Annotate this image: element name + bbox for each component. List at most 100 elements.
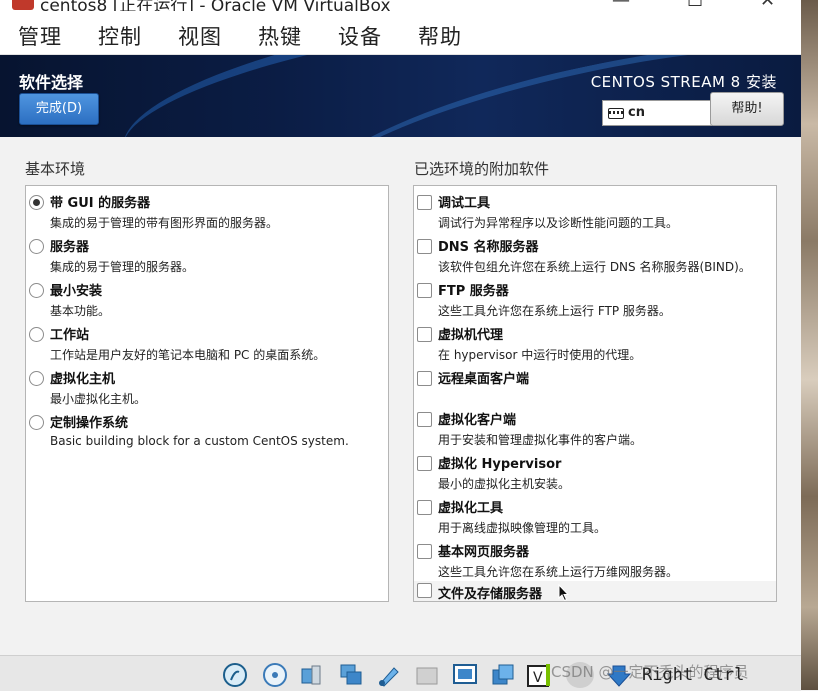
addon-desc: 在 hypervisor 中运行时使用的代理。 [438, 348, 642, 362]
addon-name: 基本网页服务器 [438, 545, 530, 560]
shared-folders-icon[interactable] [376, 662, 402, 688]
base-environment-title: 基本环境 [25, 160, 86, 178]
menu-hotkeys[interactable]: 热键 [258, 21, 302, 51]
checkbox[interactable] [417, 371, 432, 386]
env-option-server[interactable]: 服务器 集成的易于管理的服务器。 [26, 236, 388, 278]
virtualbox-app-icon [12, 0, 34, 10]
addon-virtualization-client[interactable]: 虚拟化客户端 用于安装和管理虚拟化事件的客户端。 [414, 409, 776, 451]
display-icon[interactable] [414, 662, 440, 688]
addon-name: 虚拟机代理 [438, 328, 504, 343]
optical-drive-icon[interactable] [222, 662, 248, 688]
radio-button[interactable] [29, 415, 44, 430]
addon-remote-desktop-clients[interactable]: 远程桌面客户端 [414, 368, 776, 408]
maximize-button[interactable]: ☐ [687, 0, 703, 11]
keyboard-icon [608, 108, 624, 119]
env-option-name: 虚拟化主机 [50, 372, 116, 387]
env-option-name: 带 GUI 的服务器 [50, 196, 151, 211]
env-option-workstation[interactable]: 工作站 工作站是用户友好的笔记本电脑和 PC 的桌面系统。 [26, 324, 388, 366]
radio-button[interactable] [29, 327, 44, 342]
menu-bar: 管理 控制 视图 热键 设备 帮助 [0, 11, 801, 55]
host-key-label: Right Ctrl [642, 665, 745, 685]
checkbox[interactable] [417, 456, 432, 471]
page-title: 软件选择 [19, 73, 84, 92]
menu-control[interactable]: 控制 [98, 21, 142, 51]
help-button[interactable]: 帮助! [710, 92, 784, 126]
base-environment-list: 带 GUI 的服务器 集成的易于管理的带有图形界面的服务器。 服务器 集成的易于… [25, 185, 389, 602]
recording-icon[interactable] [452, 662, 478, 688]
window-title-bar: centos8 [正在运行] - Oracle VM VirtualBox — … [0, 0, 801, 11]
keyboard-layout-indicator[interactable]: cn [602, 100, 712, 126]
radio-button[interactable] [29, 283, 44, 298]
host-desktop-background [801, 0, 818, 690]
addon-desc: 这些工具允许您在系统上运行万维网服务器。 [438, 565, 679, 579]
addon-guest-agents[interactable]: 虚拟机代理 在 hypervisor 中运行时使用的代理。 [414, 324, 776, 366]
addon-name: FTP 服务器 [438, 284, 509, 299]
checkbox[interactable] [417, 412, 432, 427]
addon-dns-server[interactable]: DNS 名称服务器 该软件包组允许您在系统上运行 DNS 名称服务器(BIND)… [414, 236, 776, 278]
keyboard-layout-value: cn [628, 105, 645, 120]
addon-virtualization-hypervisor[interactable]: 虚拟化 Hypervisor 最小的虚拟化主机安装。 [414, 453, 776, 495]
network-icon[interactable] [338, 662, 364, 688]
addon-desc: 该软件包组允许您在系统上运行 DNS 名称服务器(BIND)。 [438, 260, 751, 274]
addon-debugging-tools[interactable]: 调试工具 调试行为异常程序以及诊断性能问题的工具。 [414, 192, 776, 234]
env-option-desc: 基本功能。 [50, 304, 111, 318]
cpu-icon[interactable] [490, 662, 516, 688]
menu-help[interactable]: 帮助 [418, 21, 462, 51]
mouse-cursor-icon [558, 584, 570, 601]
radio-button[interactable] [29, 371, 44, 386]
env-option-desc: 集成的易于管理的带有图形界面的服务器。 [50, 216, 279, 230]
addon-name: 调试工具 [438, 196, 491, 211]
env-option-name: 工作站 [50, 328, 90, 343]
addon-name: 远程桌面客户端 [438, 372, 530, 387]
close-button[interactable]: ✕ [760, 0, 775, 11]
menu-devices[interactable]: 设备 [338, 21, 382, 51]
radio-button[interactable] [29, 239, 44, 254]
env-option-minimal[interactable]: 最小安装 基本功能。 [26, 280, 388, 322]
checkbox[interactable] [417, 327, 432, 342]
addon-desc: 调试行为异常程序以及诊断性能问题的工具。 [438, 216, 679, 230]
checkbox[interactable] [417, 195, 432, 210]
env-option-name: 服务器 [50, 240, 90, 255]
addons-list: 调试工具 调试行为异常程序以及诊断性能问题的工具。 DNS 名称服务器 该软件包… [413, 185, 777, 602]
env-option-desc: Basic building block for a custom CentOS… [50, 434, 349, 448]
env-option-desc: 集成的易于管理的服务器。 [50, 260, 195, 274]
addon-name: 虚拟化客户端 [438, 413, 517, 428]
svg-text:V: V [533, 670, 543, 686]
addon-name: DNS 名称服务器 [438, 240, 539, 255]
addons-title: 已选环境的附加软件 [414, 160, 550, 178]
env-option-desc: 最小虚拟化主机。 [50, 392, 147, 406]
addon-basic-web-server[interactable]: 基本网页服务器 这些工具允许您在系统上运行万维网服务器。 [414, 541, 776, 583]
checkbox[interactable] [417, 500, 432, 515]
checkbox[interactable] [417, 544, 432, 559]
env-option-desc: 工作站是用户友好的笔记本电脑和 PC 的桌面系统。 [50, 348, 326, 362]
menu-view[interactable]: 视图 [178, 21, 222, 51]
addon-desc: 最小的虚拟化主机安装。 [438, 477, 571, 491]
env-option-custom-os[interactable]: 定制操作系统 Basic building block for a custom… [26, 412, 388, 454]
env-option-virtualization-host[interactable]: 虚拟化主机 最小虚拟化主机。 [26, 368, 388, 410]
checkbox[interactable] [417, 283, 432, 298]
checkbox[interactable] [417, 239, 432, 254]
menu-manage[interactable]: 管理 [18, 21, 62, 51]
audio-icon[interactable] [262, 662, 288, 688]
env-option-name: 最小安装 [50, 284, 103, 299]
addon-desc: 用于安装和管理虚拟化事件的客户端。 [438, 433, 643, 447]
addon-virtualization-tools[interactable]: 虚拟化工具 用于离线虚拟映像管理的工具。 [414, 497, 776, 539]
usb-icon[interactable] [298, 662, 324, 688]
addon-name: 虚拟化工具 [438, 501, 504, 516]
addon-file-storage-server[interactable]: 文件及存储服务器 [414, 581, 776, 602]
checkbox[interactable] [417, 583, 432, 598]
minimize-button[interactable]: — [612, 0, 630, 11]
mouse-integration-icon[interactable]: V [526, 662, 552, 688]
install-title: CENTOS STREAM 8 安装 [590, 73, 777, 91]
addon-name: 虚拟化 Hypervisor [438, 457, 562, 472]
done-button[interactable]: 完成(D) [19, 93, 99, 125]
addon-name: 文件及存储服务器 [438, 587, 543, 602]
radio-button[interactable] [29, 195, 44, 210]
software-selection-content: 基本环境 已选环境的附加软件 带 GUI 的服务器 集成的易于管理的带有图形界面… [0, 137, 801, 655]
env-option-name: 定制操作系统 [50, 416, 129, 431]
addon-ftp-server[interactable]: FTP 服务器 这些工具允许您在系统上运行 FTP 服务器。 [414, 280, 776, 322]
env-option-server-gui[interactable]: 带 GUI 的服务器 集成的易于管理的带有图形界面的服务器。 [26, 192, 388, 234]
installer-header: 软件选择 完成(D) CENTOS STREAM 8 安装 cn 帮助! [0, 55, 801, 137]
addon-desc: 用于离线虚拟映像管理的工具。 [438, 521, 607, 535]
window-title: centos8 [正在运行] - Oracle VM VirtualBox [40, 0, 391, 11]
